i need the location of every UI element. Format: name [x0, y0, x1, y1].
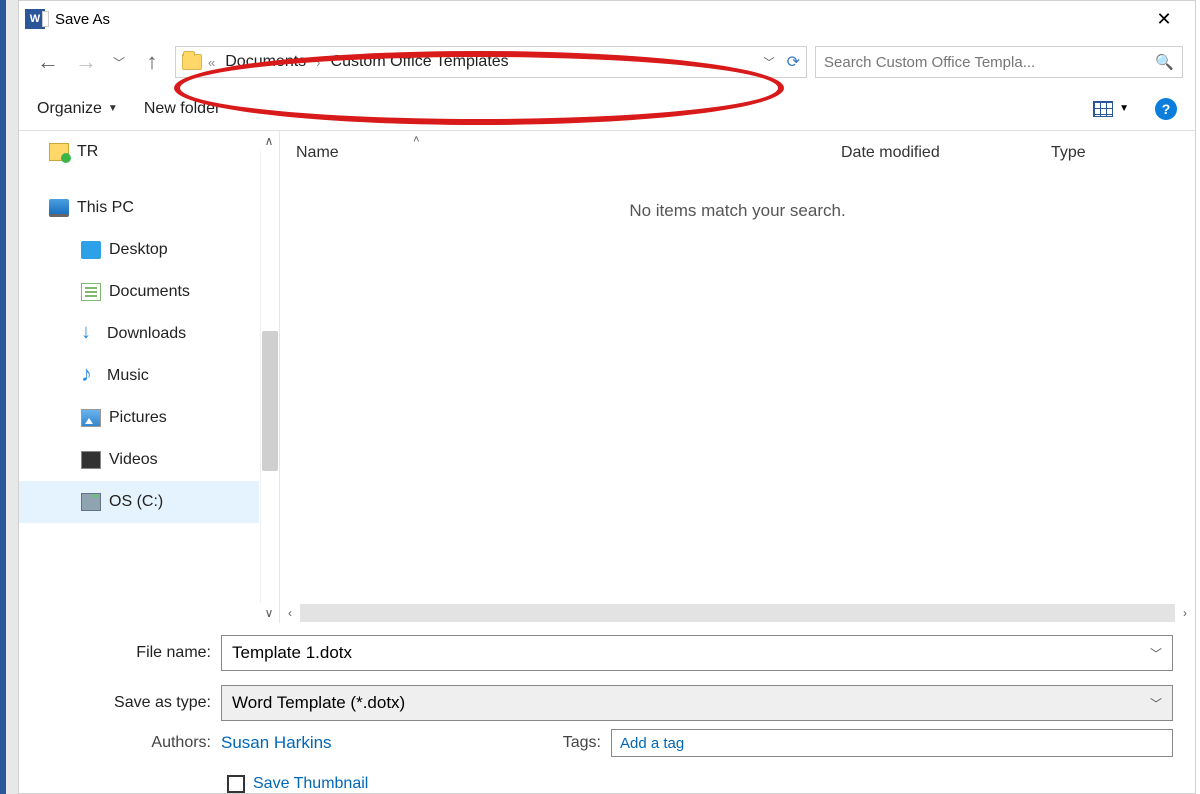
empty-state: No items match your search. [280, 175, 1195, 603]
folder-tree[interactable]: TR This PC Desktop Documents Downloads ♪… [19, 131, 279, 623]
tree-label: Downloads [107, 325, 186, 343]
organize-button[interactable]: Organize ▼ [37, 100, 118, 118]
tree-item-videos[interactable]: Videos [19, 439, 279, 481]
tags-label: Tags: [501, 734, 611, 752]
scroll-thumb[interactable] [262, 331, 278, 471]
address-overflow-icon[interactable]: « [208, 55, 215, 70]
save-thumbnail-checkbox[interactable] [227, 775, 245, 793]
authors-label: Authors: [55, 734, 221, 752]
address-dropdown-icon[interactable]: ﹀ [758, 54, 781, 70]
column-name-label: Name [296, 144, 339, 161]
videos-icon [81, 451, 101, 469]
tree-label: Videos [109, 451, 158, 469]
tree-item-downloads[interactable]: Downloads [19, 313, 279, 355]
folder-synced-icon [49, 143, 69, 161]
tree-label: OS (C:) [109, 493, 163, 511]
tree-item-desktop[interactable]: Desktop [19, 229, 279, 271]
empty-text: No items match your search. [629, 201, 845, 221]
tree-item-music[interactable]: ♪ Music [19, 355, 279, 397]
tree-label: Music [107, 367, 149, 385]
chevron-down-icon[interactable]: ﹀ [1150, 645, 1162, 662]
folder-icon [182, 54, 202, 70]
filename-value: Template 1.dotx [232, 643, 1150, 663]
tree-item-this-pc[interactable]: This PC [19, 187, 279, 229]
author-link[interactable]: Susan Harkins [221, 733, 501, 753]
up-button[interactable]: ↑ [137, 47, 167, 77]
pc-icon [49, 199, 69, 217]
address-bar[interactable]: « Documents › Custom Office Templates ﹀ … [175, 46, 807, 78]
documents-icon [81, 283, 101, 301]
column-headers: Name ˄ Date modified Type [280, 131, 1195, 175]
app-left-edge [0, 0, 18, 794]
caret-down-icon: ▼ [108, 103, 118, 114]
save-type-value: Word Template (*.dotx) [232, 693, 1150, 713]
tree-item-tr[interactable]: TR [19, 131, 279, 173]
tree-label: This PC [77, 199, 134, 217]
forward-button[interactable]: → [71, 47, 101, 77]
tree-item-pictures[interactable]: Pictures [19, 397, 279, 439]
tree-label: Documents [109, 283, 190, 301]
dialog-title: Save As [55, 11, 110, 28]
titlebar: W Save As ✕ [19, 1, 1195, 37]
tree-item-os-c[interactable]: OS (C:) [19, 481, 279, 523]
filename-combo[interactable]: Template 1.dotx ﹀ [221, 635, 1173, 671]
back-button[interactable]: ← [33, 47, 63, 77]
organize-label: Organize [37, 100, 102, 118]
tags-placeholder: Add a tag [620, 735, 684, 752]
save-thumbnail-label: Save Thumbnail [253, 775, 368, 793]
main-area: TR This PC Desktop Documents Downloads ♪… [19, 131, 1195, 623]
drive-icon [81, 493, 101, 511]
save-thumbnail-row[interactable]: Save Thumbnail [19, 757, 1195, 793]
scroll-left-icon[interactable]: ‹ [280, 606, 300, 620]
view-grid-icon [1093, 101, 1113, 117]
scroll-down-icon[interactable]: ∨ [265, 603, 274, 623]
new-folder-button[interactable]: New folder [144, 100, 220, 118]
search-placeholder: Search Custom Office Templa... [824, 54, 1155, 71]
downloads-icon [81, 325, 99, 343]
caret-down-icon: ▼ [1119, 103, 1129, 114]
scroll-up-icon[interactable]: ∧ [265, 131, 274, 151]
tree-label: TR [77, 143, 98, 161]
recent-locations-dropdown[interactable]: ﹀ [109, 54, 129, 71]
address-seg-custom-templates[interactable]: Custom Office Templates [327, 53, 513, 71]
sort-asc-icon: ˄ [413, 134, 419, 146]
address-seg-documents[interactable]: Documents [221, 53, 310, 71]
save-type-label: Save as type: [55, 694, 221, 712]
column-type[interactable]: Type [1035, 144, 1195, 162]
search-box[interactable]: Search Custom Office Templa... 🔍 [815, 46, 1183, 78]
toolbar: Organize ▼ New folder ▼ ? [19, 87, 1195, 131]
metadata-row: Authors: Susan Harkins Tags: Add a tag [19, 721, 1195, 757]
column-name[interactable]: Name ˄ [280, 144, 825, 162]
save-form: File name: Template 1.dotx ﹀ Save as typ… [19, 623, 1195, 721]
tree-item-documents[interactable]: Documents [19, 271, 279, 313]
view-options-button[interactable]: ▼ [1093, 101, 1129, 117]
help-button[interactable]: ? [1155, 98, 1177, 120]
navigation-row: ← → ﹀ ↑ « Documents › Custom Office Temp… [19, 37, 1195, 87]
list-hscrollbar[interactable]: ‹ › [280, 603, 1195, 623]
tags-input[interactable]: Add a tag [611, 729, 1173, 757]
column-date[interactable]: Date modified [825, 144, 1035, 162]
tree-label: Pictures [109, 409, 167, 427]
close-button[interactable]: ✕ [1141, 3, 1187, 35]
save-as-dialog: W Save As ✕ ← → ﹀ ↑ « Documents › Custom… [18, 0, 1196, 794]
filename-label: File name: [55, 644, 221, 662]
music-icon: ♪ [81, 367, 99, 385]
desktop-icon [81, 241, 101, 259]
refresh-icon[interactable]: ⟳ [787, 52, 800, 72]
pictures-icon [81, 409, 101, 427]
search-icon[interactable]: 🔍 [1155, 53, 1174, 71]
save-type-combo[interactable]: Word Template (*.dotx) ﹀ [221, 685, 1173, 721]
tree-label: Desktop [109, 241, 168, 259]
word-app-icon: W [25, 9, 45, 29]
file-list-panel: Name ˄ Date modified Type No items match… [279, 131, 1195, 623]
chevron-down-icon[interactable]: ﹀ [1150, 695, 1162, 712]
chevron-right-icon[interactable]: › [316, 55, 320, 70]
scroll-right-icon[interactable]: › [1175, 606, 1195, 620]
new-folder-label: New folder [144, 100, 220, 118]
